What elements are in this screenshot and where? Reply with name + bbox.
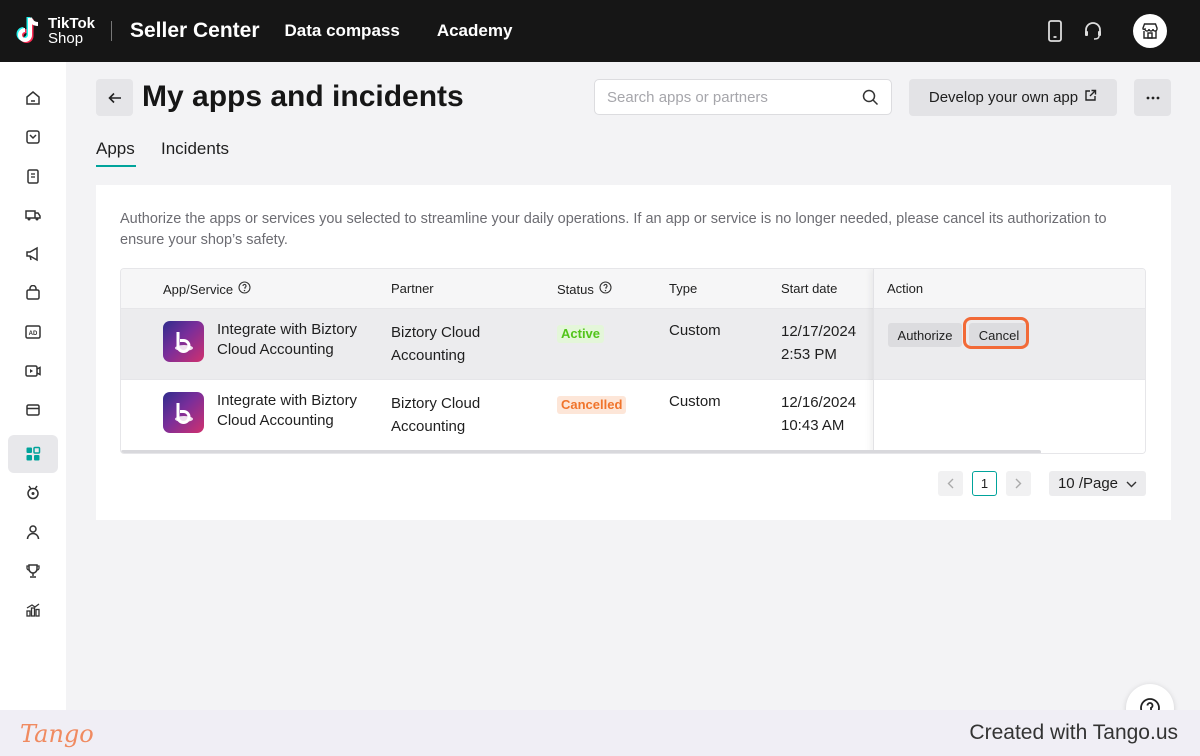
column-header-app: App/Service: [163, 281, 251, 297]
horizontal-scrollbar[interactable]: [121, 450, 1041, 453]
page-size-label: 10 /Page: [1057, 475, 1119, 492]
ellipsis-icon: [1146, 96, 1159, 99]
status-badge: Cancelled: [557, 396, 627, 414]
develop-own-app-label: Develop your own app: [928, 89, 1079, 106]
divider: [110, 21, 112, 41]
tiktok-shop-logo[interactable]: TikTok Shop: [16, 0, 95, 62]
start-date: 12/16/2024 10:43 AM: [781, 394, 857, 434]
partner-name: Biztory Cloud Accounting: [391, 324, 481, 364]
chevron-down-icon: [1126, 475, 1137, 492]
sidebar: AD: [0, 62, 66, 756]
help-icon[interactable]: [238, 281, 251, 297]
back-button[interactable]: [96, 79, 133, 116]
finance-icon[interactable]: [8, 391, 58, 429]
prev-page-button[interactable]: [938, 471, 963, 496]
biztory-app-logo: [163, 321, 204, 362]
partner-name: Biztory Cloud Accounting: [391, 395, 481, 435]
page-size-select[interactable]: 10 /Page: [1049, 471, 1146, 496]
more-options-button[interactable]: [1134, 79, 1171, 116]
search-icon[interactable]: [862, 89, 879, 111]
help-icon[interactable]: [599, 281, 612, 297]
tango-logo: Tango: [20, 720, 94, 748]
rewards-icon[interactable]: [8, 552, 58, 590]
page-title: My apps and incidents: [142, 80, 464, 113]
app-name[interactable]: Integrate with Biztory Cloud Accounting: [217, 391, 377, 431]
app-name[interactable]: Integrate with Biztory Cloud Accounting: [217, 320, 377, 360]
ads-icon[interactable]: AD: [8, 313, 58, 351]
tiktok-logo-icon: [16, 16, 44, 46]
page-number[interactable]: 1: [972, 471, 997, 496]
store-icon: [1142, 23, 1158, 39]
apps-card: Authorize the apps or services you selec…: [96, 185, 1171, 520]
apps-icon[interactable]: [8, 435, 58, 473]
authorize-button[interactable]: Authorize: [888, 323, 962, 347]
nav-academy[interactable]: Academy: [437, 21, 513, 41]
chevron-right-icon: [1015, 478, 1022, 489]
home-icon[interactable]: [8, 79, 58, 117]
arrow-left-icon: [107, 92, 121, 103]
click-highlight-ring: [963, 317, 1029, 349]
seller-center-title[interactable]: Seller Center: [130, 19, 260, 43]
orders-icon[interactable]: [8, 157, 58, 195]
created-with-credit: Created with Tango.us: [969, 721, 1178, 744]
inbox-icon[interactable]: [8, 118, 58, 156]
column-header-start-date: Start date: [781, 281, 838, 296]
start-date: 12/17/2024 2:53 PM: [781, 323, 857, 363]
account-icon[interactable]: [8, 513, 58, 551]
search-input[interactable]: [607, 87, 847, 107]
search-box[interactable]: [594, 79, 892, 115]
top-bar: TikTok Shop Seller Center Data compass A…: [0, 0, 1200, 62]
video-icon[interactable]: [8, 352, 58, 390]
tab-incidents[interactable]: Incidents: [161, 139, 229, 159]
status-badge: Active: [557, 325, 605, 343]
shipping-icon[interactable]: [8, 196, 58, 234]
svg-text:AD: AD: [29, 331, 38, 337]
column-header-status: Status: [557, 281, 612, 297]
external-link-icon: [1084, 89, 1097, 106]
logo-text-shop: Shop: [48, 30, 84, 47]
growth-icon[interactable]: [8, 473, 58, 511]
chevron-left-icon: [947, 478, 954, 489]
column-header-partner: Partner: [391, 281, 434, 296]
authorization-description: Authorize the apps or services you selec…: [120, 211, 1107, 248]
mobile-icon[interactable]: [1044, 20, 1066, 42]
column-header-type: Type: [669, 281, 698, 296]
logo-text-tiktok: TikTok: [48, 15, 95, 32]
tango-footer: Tango Created with Tango.us: [0, 710, 1200, 756]
app-type: Custom: [669, 322, 721, 339]
shop-avatar[interactable]: [1133, 14, 1167, 48]
nav-data-compass[interactable]: Data compass: [285, 21, 400, 41]
apps-table: App/Service Partner Status Type Start da…: [120, 268, 1146, 454]
develop-own-app-button[interactable]: Develop your own app: [909, 79, 1117, 116]
analytics-icon[interactable]: [8, 591, 58, 629]
action-column: Action Authorize Cancel: [873, 269, 1145, 453]
active-tab-indicator: [96, 165, 136, 167]
biztory-app-logo: [163, 392, 204, 433]
app-type: Custom: [669, 393, 721, 410]
products-icon[interactable]: [8, 274, 58, 312]
column-header-action: Action: [887, 281, 924, 296]
tab-apps[interactable]: Apps: [96, 139, 135, 159]
next-page-button[interactable]: [1006, 471, 1031, 496]
marketing-icon[interactable]: [8, 235, 58, 273]
headset-icon[interactable]: [1082, 20, 1104, 42]
